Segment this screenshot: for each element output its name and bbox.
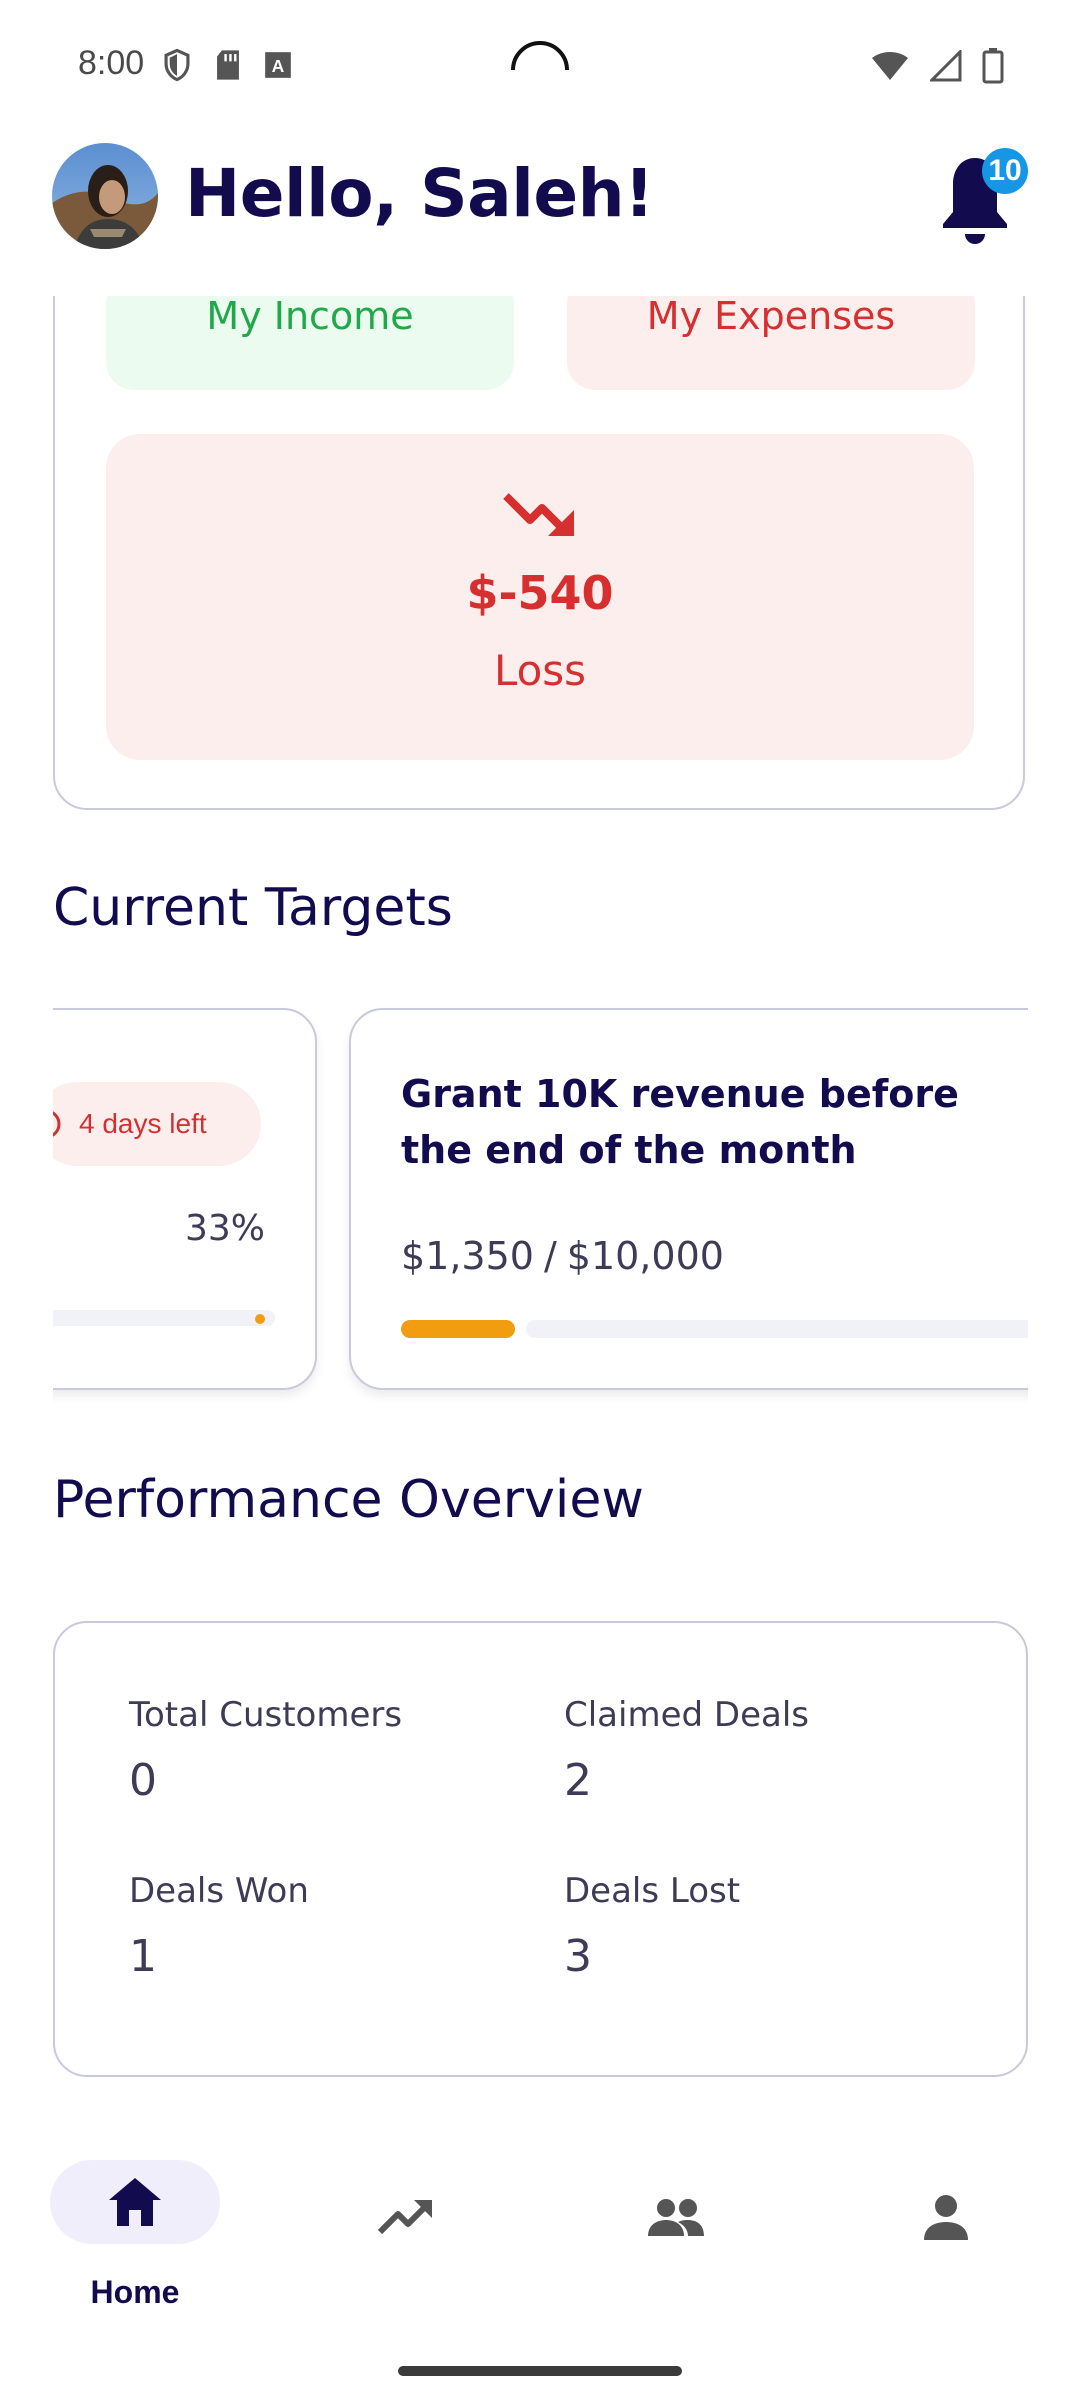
trending-down-icon: [503, 493, 574, 536]
target-card[interactable]: 4 days left 33%: [53, 1008, 317, 1390]
performance-overview-title: Performance Overview: [53, 1470, 644, 1530]
income-label: My Income: [206, 296, 414, 338]
performance-card: Total Customers 0 Claimed Deals 2 Deals …: [53, 1621, 1028, 2077]
target-amount: $1,350/$10,000: [401, 1234, 724, 1278]
target-progress-track: [526, 1320, 1028, 1338]
target-progress-fill: [401, 1320, 515, 1338]
status-icons-left: A: [162, 48, 292, 82]
people-icon[interactable]: [644, 2186, 708, 2250]
target-current: $1,350: [401, 1234, 534, 1278]
stat-value: 3: [564, 1931, 592, 1982]
days-left-pill: 4 days left: [53, 1082, 261, 1166]
status-time: 8:00: [78, 44, 145, 82]
keyboard-icon: A: [265, 52, 291, 78]
target-percent: 33%: [185, 1208, 266, 1249]
stat-label: Deals Lost: [564, 1871, 741, 1911]
income-tile[interactable]: My Income: [106, 296, 514, 390]
person-icon[interactable]: [914, 2186, 978, 2250]
bottom-nav: Home: [0, 2124, 1080, 2400]
trending-up-icon[interactable]: [374, 2186, 438, 2250]
target-goal: $10,000: [566, 1234, 724, 1278]
target-separator: /: [543, 1234, 557, 1278]
nav-item-home-label[interactable]: Home: [50, 2274, 220, 2311]
home-indicator[interactable]: [398, 2366, 682, 2376]
avatar-photo: [52, 143, 158, 249]
targets-carousel[interactable]: 4 days left 33% Grant 10K revenue before…: [53, 996, 1028, 1406]
greeting-title: Hello, Saleh!: [185, 155, 654, 232]
expenses-tile[interactable]: My Expenses: [567, 296, 975, 390]
svg-text:A: A: [272, 56, 285, 76]
net-result-tile: $-540 Loss: [106, 434, 974, 760]
expenses-label: My Expenses: [646, 296, 896, 338]
signal-icon: [930, 50, 962, 82]
home-scroll-area[interactable]: My Income My Expenses $-540 Loss Current…: [0, 296, 1080, 2124]
nav-item-home[interactable]: [50, 2160, 220, 2244]
current-targets-title: Current Targets: [53, 878, 453, 938]
home-icon: [109, 2178, 161, 2226]
target-progress-track: [53, 1310, 275, 1326]
shield-icon: [164, 48, 190, 82]
loading-spinner-icon: [511, 41, 569, 71]
stat-value: 2: [564, 1755, 592, 1806]
stat-label: Claimed Deals: [564, 1695, 809, 1735]
target-title: Grant 10K revenue before the end of the …: [401, 1072, 959, 1172]
stat-value: 0: [129, 1755, 157, 1806]
clock-icon: [53, 1111, 61, 1137]
target-progress-fill: [255, 1314, 265, 1324]
days-left-text: 4 days left: [79, 1108, 207, 1139]
battery-icon: [982, 48, 1004, 84]
stat-label: Total Customers: [129, 1695, 403, 1735]
stat-value: 1: [129, 1931, 157, 1982]
target-card[interactable]: Grant 10K revenue before the end of the …: [349, 1008, 1028, 1390]
stat-label: Deals Won: [129, 1871, 309, 1911]
net-label: Loss: [493, 646, 587, 695]
net-amount: $-540: [466, 566, 614, 620]
avatar[interactable]: [52, 143, 158, 249]
notification-badge: 10: [982, 148, 1028, 194]
status-icons-right: [870, 48, 1004, 84]
sd-card-icon: [217, 50, 239, 80]
wifi-icon: [872, 52, 908, 80]
